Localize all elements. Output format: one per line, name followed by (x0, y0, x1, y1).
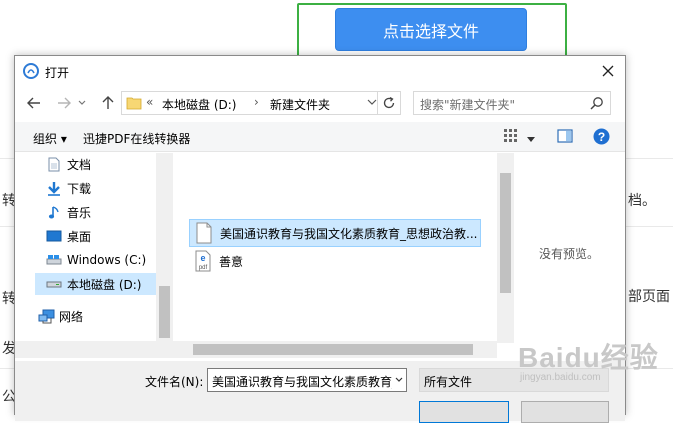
sidebar-item-label: 桌面 (67, 229, 92, 244)
filename-label: 文件名(N): (145, 375, 204, 389)
caret-down-icon (527, 137, 535, 142)
music-icon (45, 204, 63, 220)
sidebar-item-label: 下载 (67, 181, 92, 196)
sidebar-item-label: 本地磁盘 (D:) (67, 277, 142, 292)
search-input[interactable]: 搜索"新建文件夹" (413, 91, 611, 115)
breadcrumb-separator: › (254, 95, 259, 109)
document-icon (45, 156, 63, 172)
dialog-titlebar: 打开 (15, 56, 625, 86)
cancel-button[interactable] (521, 401, 609, 423)
svg-text:?: ? (598, 130, 605, 144)
sidebar-item-label: 音乐 (67, 205, 92, 220)
view-dropdown-button[interactable] (527, 132, 535, 146)
chevron-down-icon[interactable] (367, 97, 377, 107)
dialog-title: 打开 (45, 66, 70, 80)
address-bar[interactable]: « 本地磁盘 (D:) › 新建文件夹 (121, 91, 401, 115)
scrollbar-thumb[interactable] (500, 173, 511, 293)
sidebar-item-drive-c[interactable]: Windows (C:) (45, 249, 146, 271)
sidebar-item-desktop[interactable]: 桌面 (45, 225, 91, 247)
page-text-fragment: 档。 (628, 193, 656, 209)
sidebar-item-label: 网络 (59, 309, 84, 324)
chevron-down-icon (395, 377, 403, 382)
search-placeholder: 搜索"新建文件夹" (420, 98, 516, 112)
scrollbar-thumb[interactable] (193, 344, 473, 355)
sidebar-horizontal-scrollbar[interactable] (15, 341, 173, 358)
sidebar-item-documents[interactable]: 文档 (45, 153, 91, 175)
filename-value: 美国通识教育与我国文化素质教育_思想政治教育 (212, 375, 406, 389)
view-options-button[interactable] (503, 128, 519, 147)
sidebar-item-drive-d[interactable]: 本地磁盘 (D:) (35, 273, 173, 295)
file-name: 美国通识教育与我国文化素质教育_思想政治教... (220, 226, 478, 241)
file-name: 善意 (219, 254, 244, 269)
sidebar-item-music[interactable]: 音乐 (45, 201, 91, 223)
breadcrumb-overflow[interactable]: « (146, 95, 153, 109)
search-icon (590, 97, 603, 110)
folder-icon (126, 97, 142, 110)
watermark-text: Baidu经验 (518, 342, 659, 373)
arrow-left-icon (27, 97, 40, 109)
file-list: 美国通识教育与我国文化素质教育_思想政治教... e pdf 善意 (173, 153, 511, 353)
help-icon: ? (593, 128, 610, 145)
help-button[interactable]: ? (593, 128, 610, 148)
arrow-right-icon (58, 97, 71, 109)
open-button[interactable] (419, 401, 509, 423)
chevron-down-icon (78, 100, 86, 105)
scrollbar-thumb[interactable] (159, 286, 170, 338)
refresh-icon (383, 96, 395, 109)
file-item-pdf[interactable]: e pdf 善意 (189, 247, 389, 275)
filename-input[interactable]: 美国通识教育与我国文化素质教育_思想政治教育 (207, 368, 407, 392)
recent-locations-button[interactable] (77, 94, 87, 112)
filename-dropdown[interactable] (392, 369, 406, 391)
file-list-horizontal-scrollbar[interactable] (173, 341, 497, 358)
up-button[interactable] (99, 94, 117, 112)
drive-c-icon (45, 252, 63, 268)
sidebar-scrollbar[interactable] (156, 153, 173, 353)
forward-button[interactable] (55, 94, 73, 112)
download-icon (45, 180, 63, 196)
sidebar-item-downloads[interactable]: 下载 (45, 177, 91, 199)
file-item-selected[interactable]: 美国通识教育与我国文化素质教育_思想政治教... (189, 219, 481, 247)
close-button[interactable] (597, 60, 619, 82)
navigation-pane: 文档 下载 音乐 桌面 Windows (C:) 本地磁盘 (D:) 网络 (15, 153, 173, 353)
drive-d-icon (45, 276, 63, 292)
organize-button[interactable]: 组织 ▾ (33, 130, 67, 147)
file-type-value: 所有文件 (424, 375, 473, 389)
network-icon (37, 308, 55, 324)
sidebar-item-label: Windows (C:) (67, 253, 147, 267)
breadcrumb-drive-d[interactable]: 本地磁盘 (D:) (162, 96, 236, 113)
preview-pane-icon (557, 129, 573, 143)
svg-text:e: e (200, 253, 205, 263)
sidebar-item-label: 文档 (67, 157, 92, 172)
pdf-file-icon: e pdf (195, 250, 211, 272)
dialog-toolbar: 组织 ▾ 迅捷PDF在线转换器 ? (15, 122, 625, 152)
document-file-icon (196, 222, 212, 244)
preview-pane: 没有预览。 (515, 153, 625, 353)
refresh-button[interactable] (377, 91, 401, 115)
page-text-fragment: 部页面 (628, 289, 670, 305)
file-list-scrollbar[interactable] (497, 153, 514, 343)
no-preview-text: 没有预览。 (539, 247, 600, 261)
navigation-bar: « 本地磁盘 (D:) › 新建文件夹 搜索"新建文件夹" (15, 88, 625, 118)
desktop-icon (45, 228, 63, 244)
watermark: Baidu经验 jingyan.baidu.com (518, 336, 659, 383)
breadcrumb-new-folder[interactable]: 新建文件夹 (270, 96, 330, 113)
converter-button[interactable]: 迅捷PDF在线转换器 (83, 130, 190, 147)
close-icon (602, 65, 614, 77)
preview-pane-button[interactable] (557, 128, 573, 147)
watermark-url: jingyan.baidu.com (520, 372, 601, 383)
svg-text:pdf: pdf (199, 265, 208, 271)
app-icon (23, 63, 39, 79)
back-button[interactable] (25, 94, 43, 112)
arrow-up-icon (102, 96, 114, 109)
view-grid-icon (504, 129, 517, 142)
sidebar-item-network[interactable]: 网络 (37, 305, 83, 327)
